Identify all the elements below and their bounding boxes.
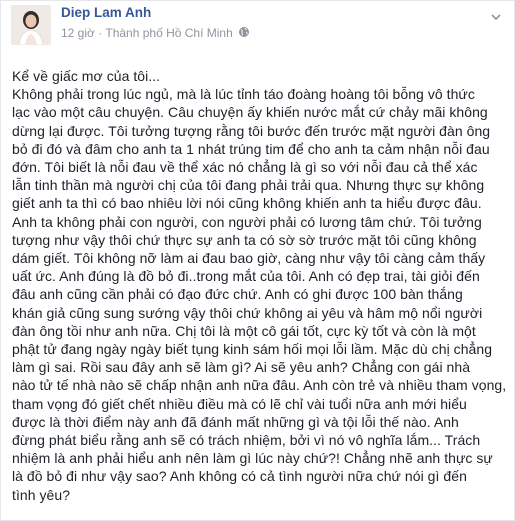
post-timestamp[interactable]: 12 giờ: [61, 26, 95, 40]
post-text-line: đâu anh cũng cần phải có đạo đức chứ. An…: [12, 286, 463, 303]
globe-icon[interactable]: [238, 26, 250, 41]
post-text-line: Không phải trong lúc ngủ, mà là lúc tỉnh…: [12, 86, 475, 103]
post-text-line: bỏ đi đó và đâm cho anh ta 1 nhát trúng …: [12, 140, 490, 157]
author-name[interactable]: Diep Lam Anh: [61, 5, 151, 20]
post-text-line: đàn ông tồi như anh nữa. Chị tôi là một …: [12, 322, 476, 339]
post-text-line: lẫn tinh thần mà người chị của tôi đang …: [12, 177, 485, 194]
post-text: Kể về giấc mơ của tôi... Không phải trong…: [12, 67, 510, 504]
post-text-line: đớn. Tôi biết là nỗi đau về thể xác nó c…: [12, 159, 478, 176]
post-text-line: được là thời điểm này anh đã đánh mất nh…: [12, 413, 459, 430]
post-text-line: phật tử đang ngày ngày biết tụng kinh sá…: [12, 341, 493, 358]
post-text-line: đừng phát biểu rằng anh sẽ có trách nhiệ…: [12, 432, 481, 449]
post-text-line: dừng lại được. Tôi tưởng tượng rằng tôi …: [12, 122, 491, 139]
post-text-line: Kể về giấc mơ của tôi...: [12, 68, 161, 84]
post-text-line: nhiệm là anh phải hiểu anh nên làm gì lú…: [12, 450, 493, 467]
post-text-line: giết anh ta thì có bao nhiêu lời nói cũn…: [12, 195, 482, 212]
post-text-line: là đồ bỏ đi như vậy sao? Anh không có cả…: [12, 468, 467, 485]
post-location[interactable]: Thành phố Hồ Chí Minh: [105, 26, 232, 40]
chevron-down-icon[interactable]: [488, 9, 504, 25]
post-text-line: tham vọng đó giết chết nhiều điều mà có …: [12, 395, 467, 412]
post-card: Diep Lam Anh 12 giờ · Thành phố Hồ Chí M…: [0, 0, 515, 521]
post-text-line: dám giết. Tôi không nỡ làm ai đau bao gi…: [12, 250, 486, 267]
post-text-line: tượng như vậy thôi chứ thực sự anh ta có…: [12, 231, 477, 248]
post-meta: 12 giờ · Thành phố Hồ Chí Minh: [61, 26, 250, 41]
meta-separator: ·: [98, 26, 103, 40]
post-text-line: lạc vào một câu chuyện. Câu chuyện ấy kh…: [12, 104, 488, 121]
post-text-line: uất ức. Anh đúng là đồ bỏ đi..trong mắt …: [12, 268, 480, 285]
post-text-line: nào tử tế nhà nào sẽ chấp nhận anh nữa đ…: [12, 377, 507, 394]
post-text-line: làm gì sai. Rồi sau đây anh sẽ làm gì? A…: [12, 359, 471, 376]
avatar[interactable]: [11, 5, 51, 45]
post-text-line: tình yêu?: [12, 486, 71, 503]
post-text-line: khán giả cũng sung sướng vậy thôi chứ kh…: [12, 304, 483, 321]
profile-photo: [11, 5, 51, 45]
post-text-line: Anh ta không phải con người, con người p…: [12, 213, 482, 230]
